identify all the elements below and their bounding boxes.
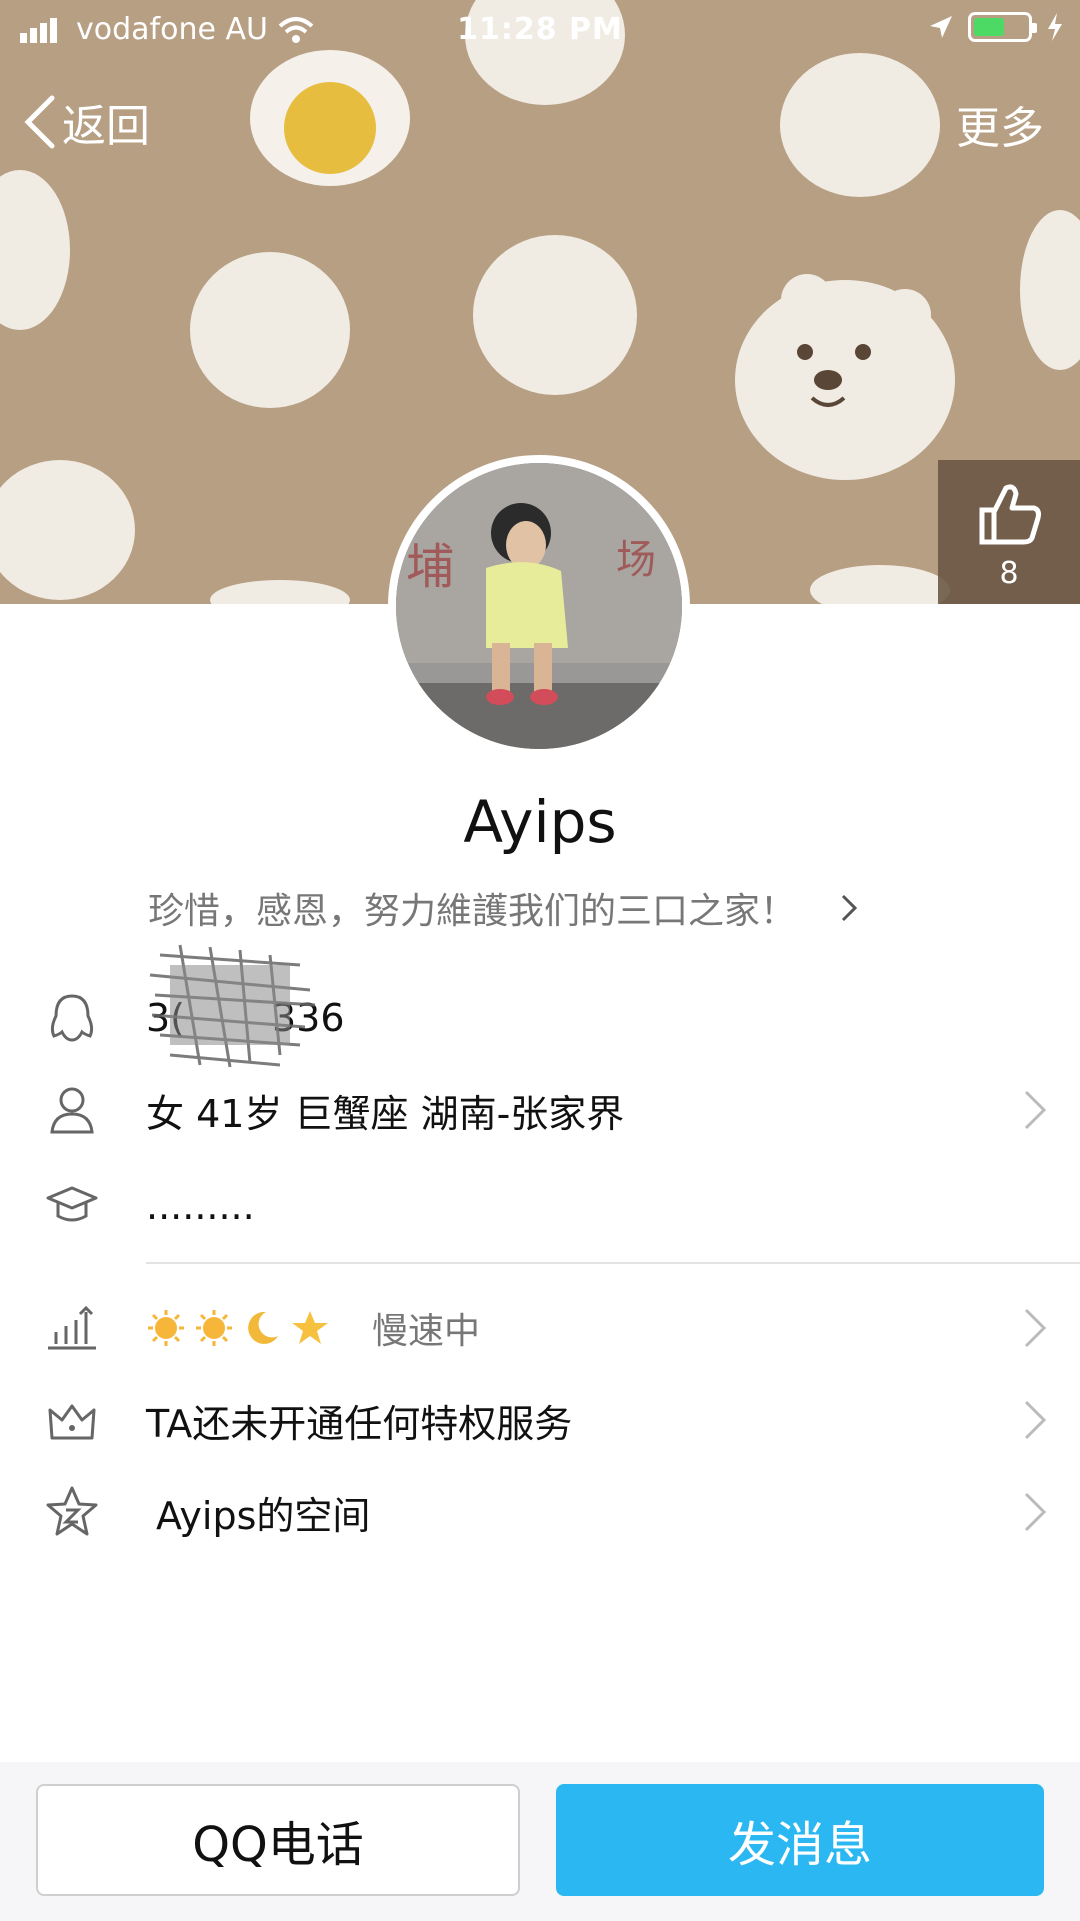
status-bar: vodafone AU 11:28 PM <box>0 0 1080 60</box>
level-status-text: 慢速中 <box>372 1311 481 1352</box>
signature-text: 珍惜，感恩，努力維護我们的三口之家！ <box>148 891 797 932</box>
level-row[interactable]: 慢速中 <box>0 1288 1080 1368</box>
penguin-icon <box>50 994 94 1042</box>
sun-icon <box>196 1310 232 1346</box>
thumbs-up-icon <box>979 484 1041 545</box>
privilege-text: TA还未开通任何特权服务 <box>146 1401 573 1446</box>
chevron-right-icon <box>1024 1400 1047 1440</box>
chevron-left-icon <box>24 95 55 149</box>
qq-call-button[interactable]: QQ电话 <box>36 1784 520 1896</box>
location-arrow-icon <box>930 16 952 38</box>
profile-name: Ayips <box>463 788 617 856</box>
qzone-row[interactable]: Ayips的空间 <box>0 1472 1080 1552</box>
battery-icon <box>968 12 1037 42</box>
svg-text:埔: 埔 <box>406 539 454 595</box>
privilege-row[interactable]: TA还未开通任何特权服务 <box>0 1380 1080 1460</box>
chevron-right-icon <box>1024 1090 1047 1130</box>
send-message-button[interactable]: 发消息 <box>556 1784 1044 1896</box>
qzone-text: Ayips的空间 <box>156 1493 371 1538</box>
moon-icon <box>248 1311 278 1344</box>
like-button[interactable]: 8 <box>938 460 1080 604</box>
personal-info-text: 女 41岁 巨蟹座 湖南-张家界 <box>146 1091 625 1136</box>
clock: 11:28 PM <box>457 12 623 47</box>
back-button[interactable]: 返回 <box>22 90 150 154</box>
star-icon <box>292 1311 328 1344</box>
level-chart-icon <box>48 1305 96 1350</box>
person-icon <box>50 1087 94 1134</box>
more-button[interactable]: 更多 <box>956 92 1044 156</box>
level-badges: 慢速中 <box>146 1302 480 1354</box>
graduation-cap-icon <box>46 1186 98 1222</box>
avatar-photo: 埔 场 <box>396 463 682 749</box>
chevron-right-icon <box>1024 1308 1047 1348</box>
like-count: 8 <box>999 556 1019 591</box>
signature-row[interactable]: 珍惜，感恩，努力維護我们的三口之家！ <box>148 882 858 934</box>
back-label: 返回 <box>62 101 150 152</box>
personal-info-row[interactable]: 女 41岁 巨蟹座 湖南-张家界 <box>0 1070 1080 1150</box>
qzone-star-icon <box>46 1486 98 1536</box>
chevron-right-icon <box>1024 1492 1047 1532</box>
charging-bolt-icon <box>1048 13 1062 41</box>
redaction-scribble <box>149 944 316 1068</box>
chevron-right-icon <box>841 894 858 922</box>
sun-icon <box>148 1310 184 1346</box>
education-text: ......... <box>146 1184 255 1228</box>
svg-text:场: 场 <box>616 537 656 583</box>
crown-icon <box>48 1404 96 1440</box>
section-divider <box>146 1262 1080 1264</box>
education-row: ......... <box>0 1166 1080 1246</box>
avatar[interactable]: 埔 场 <box>388 455 690 757</box>
